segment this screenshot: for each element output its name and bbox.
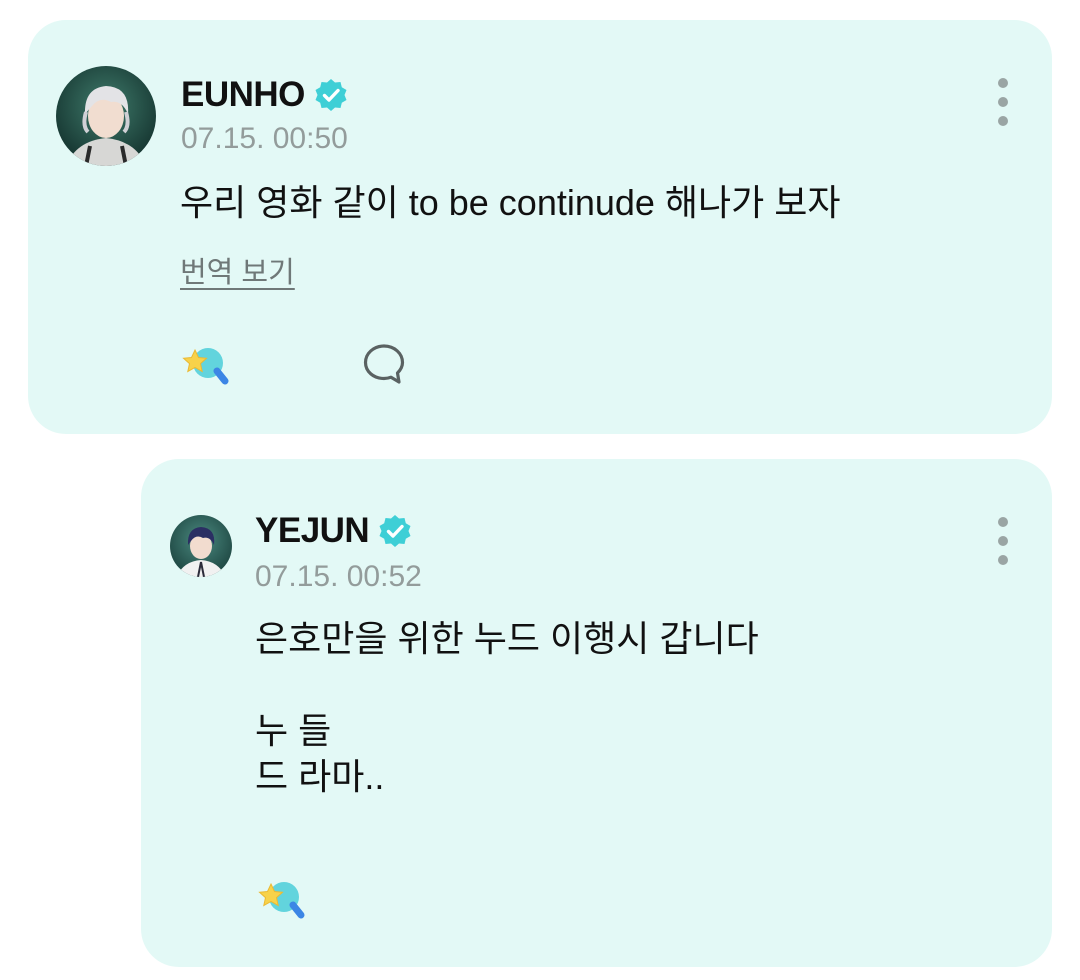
post-content: 은호만을 위한 누드 이행시 갑니다 누 들 드 라마.. (255, 618, 759, 797)
star-wand-icon (258, 882, 305, 919)
author-name[interactable]: YEJUN (255, 510, 370, 552)
author-row: EUNHO (181, 74, 349, 116)
more-dot (998, 116, 1008, 126)
more-vertical-icon (998, 78, 1008, 88)
reaction-button[interactable] (257, 876, 307, 920)
more-dot (998, 97, 1008, 107)
avatar-yejun[interactable] (170, 515, 232, 577)
more-options-button[interactable] (991, 517, 1015, 565)
more-dot (998, 555, 1008, 565)
comment-button[interactable] (362, 342, 406, 386)
post-timestamp: 07.15. 00:50 (181, 122, 348, 155)
post-content: 우리 영화 같이 to be continude 해나가 보자 (180, 182, 841, 223)
author-name[interactable]: EUNHO (181, 74, 305, 116)
author-row: YEJUN (255, 510, 413, 552)
more-dot (998, 536, 1008, 546)
more-options-button[interactable] (991, 78, 1015, 126)
more-vertical-icon (998, 517, 1008, 527)
star-wand-icon (182, 348, 229, 385)
verified-badge-icon (379, 515, 411, 547)
verified-badge-icon (315, 79, 347, 111)
reaction-button[interactable] (181, 342, 231, 386)
translate-link[interactable]: 번역 보기 (180, 255, 295, 291)
post-card-yejun: YEJUN 07.15. 00:52 은호만을 위한 누드 이행시 갑니다 누 … (141, 459, 1052, 967)
post-timestamp: 07.15. 00:52 (255, 560, 422, 593)
post-card-eunho: EUNHO 07.15. 00:50 우리 영화 같이 to be contin… (28, 20, 1052, 434)
comment-bubble-icon (363, 344, 405, 384)
avatar-eunho[interactable] (56, 66, 156, 166)
